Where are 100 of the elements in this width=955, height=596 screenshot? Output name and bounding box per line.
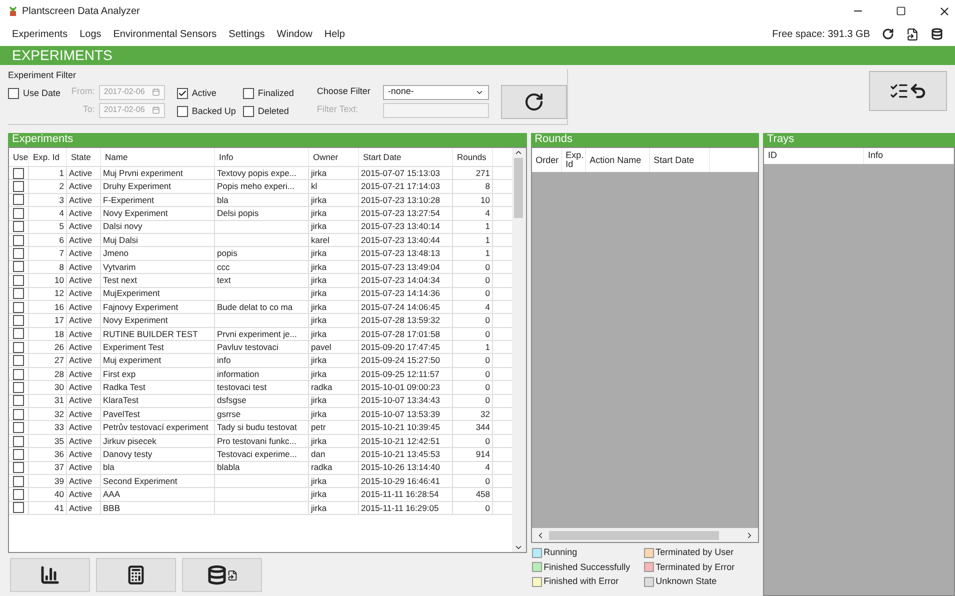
checkbox[interactable] (13, 208, 24, 219)
scroll-thumb[interactable] (514, 158, 524, 218)
menu-item[interactable]: Help (324, 26, 345, 42)
horizontal-scrollbar[interactable] (532, 528, 758, 542)
table-cell: Active (69, 288, 92, 300)
checkbox[interactable] (13, 422, 24, 434)
table-cell: Novy Experiment (103, 207, 168, 220)
checkbox[interactable] (13, 368, 24, 380)
table-cell: 1 (485, 247, 490, 260)
checkbox[interactable] (13, 382, 24, 393)
checkbox[interactable] (13, 194, 24, 206)
table-cell: Experiment Test (103, 341, 164, 354)
checkbox[interactable] (13, 462, 24, 474)
checkbox[interactable] (13, 436, 24, 446)
scroll-thumb[interactable] (548, 530, 719, 540)
checkbox[interactable] (13, 274, 24, 286)
database-icon[interactable] (931, 28, 943, 40)
table-cell: jirka (311, 288, 327, 300)
column-header[interactable]: ID (764, 148, 864, 164)
filter-text-field[interactable] (382, 102, 489, 118)
table-cell: 2015-07-23 13:10:28 (361, 194, 440, 206)
maximize-icon[interactable] (896, 6, 906, 16)
table-cell: 2015-11-11 16:28:54 (361, 488, 439, 501)
refresh-button[interactable] (500, 84, 567, 118)
column-header[interactable]: Info (864, 148, 954, 164)
refresh-icon[interactable] (882, 28, 894, 40)
column-header[interactable]: Start Date (650, 148, 710, 172)
date-label: From: (70, 85, 95, 98)
scroll-right-icon[interactable] (745, 530, 754, 540)
calendar-icon[interactable] (152, 106, 160, 114)
table-cell: bla (217, 194, 228, 206)
table-cell: jirka (311, 394, 327, 408)
checklist-back-button[interactable] (869, 71, 947, 111)
checkbox[interactable] (13, 355, 24, 366)
chart-button[interactable] (10, 558, 90, 592)
checkbox[interactable] (176, 106, 188, 118)
menu-item[interactable]: Experiments (12, 26, 68, 42)
checkbox[interactable] (176, 88, 188, 99)
database-export-button[interactable] (182, 558, 262, 592)
checkbox[interactable] (13, 342, 24, 353)
table-cell: Active (69, 194, 92, 206)
checkbox[interactable] (13, 261, 24, 272)
table-cell: 5 (59, 220, 64, 233)
checkbox[interactable] (13, 181, 24, 192)
table-cell: 2015-10-29 16:46:41 (361, 474, 440, 488)
menu-item[interactable]: Environmental Sensors (113, 26, 217, 42)
legend-label: Terminated by User (656, 546, 734, 559)
scroll-down-icon[interactable] (514, 543, 524, 552)
table-cell: 0 (485, 394, 490, 408)
column-header[interactable]: Start Date (359, 148, 453, 166)
menu-item[interactable]: Settings (228, 26, 265, 42)
checkbox[interactable] (242, 88, 254, 99)
table-cell: BBB (103, 502, 120, 514)
checkbox[interactable] (8, 88, 19, 99)
checkbox[interactable] (13, 234, 24, 246)
scroll-up-icon[interactable] (514, 148, 524, 157)
table-cell: 2015-07-23 13:27:54 (361, 207, 440, 220)
document-icon[interactable] (906, 28, 919, 40)
column-header[interactable]: State (67, 148, 101, 166)
table-cell: 2015-10-07 13:53:39 (361, 408, 440, 420)
column-header[interactable]: Action Name (586, 148, 650, 172)
checkbox[interactable] (13, 476, 24, 487)
checkbox[interactable] (242, 106, 254, 118)
scrollbar[interactable] (512, 148, 526, 552)
table-cell: jirka (311, 274, 327, 287)
checkbox[interactable] (13, 248, 24, 260)
checkbox[interactable] (13, 288, 24, 300)
column-header[interactable]: Use (9, 148, 29, 166)
bar-chart-icon (40, 565, 60, 585)
column-header[interactable]: Exp. Id (562, 148, 586, 172)
column-header[interactable]: Name (101, 148, 215, 166)
window-title: Plantscreen Data Analyzer (22, 4, 140, 18)
column-header[interactable]: Exp. Id (29, 148, 67, 166)
column-header[interactable]: Order (532, 148, 562, 172)
table-cell: jirka (311, 247, 327, 260)
checkbox[interactable] (13, 314, 24, 326)
filter-dropdown[interactable]: -none- (382, 84, 489, 100)
filter-text-label: Filter Text: (316, 103, 360, 116)
checkbox[interactable] (13, 168, 24, 179)
column-header[interactable]: Rounds (453, 148, 493, 166)
menu-item[interactable]: Window (276, 26, 312, 42)
table-cell: 0 (485, 381, 490, 394)
calculator-button[interactable] (96, 558, 176, 592)
table-cell: 4 (485, 207, 490, 220)
column-header[interactable]: Owner (309, 148, 359, 166)
column-header[interactable]: Info (215, 148, 309, 166)
menu-item[interactable]: Logs (80, 26, 102, 42)
checkbox[interactable] (13, 221, 24, 232)
checkbox[interactable] (13, 502, 24, 514)
table-cell: 36 (54, 448, 64, 461)
checkbox[interactable] (13, 395, 24, 406)
checkbox[interactable] (13, 448, 24, 460)
checkbox[interactable] (13, 328, 24, 340)
close-icon[interactable] (938, 4, 951, 18)
table-cell: 2015-07-23 13:40:44 (361, 234, 440, 246)
calendar-icon[interactable] (152, 88, 160, 96)
table-cell: jirka (311, 488, 327, 501)
checkbox[interactable] (13, 489, 24, 500)
checkbox[interactable] (13, 408, 24, 420)
checkbox[interactable] (13, 302, 24, 313)
